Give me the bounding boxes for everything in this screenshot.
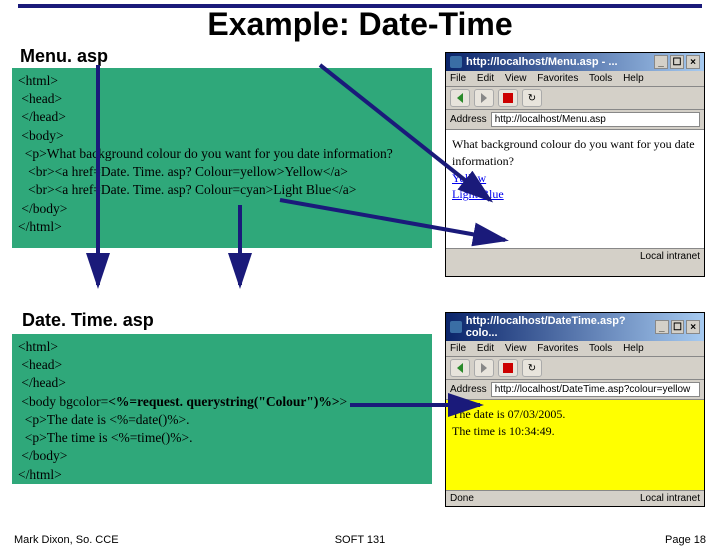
status-bar: Done Local intranet [446, 490, 704, 506]
address-label: Address [450, 114, 487, 125]
close-button[interactable]: × [686, 55, 700, 69]
toolbar: ↻ [446, 357, 704, 380]
address-label: Address [450, 384, 487, 395]
window-titlebar: http://localhost/DateTime.asp?colo... _ … [446, 313, 704, 341]
address-field[interactable]: http://localhost/Menu.asp [491, 112, 700, 127]
code-pre: <html> <head> </head> <body bgcolor= [18, 339, 108, 409]
window-titlebar: http://localhost/Menu.asp - ... _ ☐ × [446, 53, 704, 71]
stop-button[interactable] [498, 359, 518, 377]
address-bar: Address http://localhost/DateTime.asp?co… [446, 380, 704, 400]
back-button[interactable] [450, 359, 470, 377]
body-date: The date is 07/03/2005. [452, 406, 698, 423]
footer-center: SOFT 131 [0, 534, 720, 546]
code-block-datetime: <html> <head> </head> <body bgcolor=<%=r… [12, 334, 432, 484]
menu-bar[interactable]: File Edit View Favorites Tools Help [446, 71, 704, 87]
minimize-button[interactable]: _ [654, 55, 668, 69]
stop-button[interactable] [498, 89, 518, 107]
status-done: Done [450, 493, 474, 504]
forward-button[interactable] [474, 89, 494, 107]
status-zone: Local intranet [640, 251, 700, 262]
menu-edit[interactable]: Edit [477, 343, 494, 354]
menu-tools[interactable]: Tools [589, 343, 612, 354]
menu-view[interactable]: View [505, 343, 527, 354]
status-bar: Local intranet [446, 248, 704, 264]
toolbar: ↻ [446, 87, 704, 110]
menu-tools[interactable]: Tools [589, 73, 612, 84]
refresh-button[interactable]: ↻ [522, 89, 542, 107]
menu-bar[interactable]: File Edit View Favorites Tools Help [446, 341, 704, 357]
label-datetime-asp: Date. Time. asp [22, 310, 154, 331]
address-field[interactable]: http://localhost/DateTime.asp?colour=yel… [491, 382, 700, 397]
menu-favorites[interactable]: Favorites [537, 73, 578, 84]
back-button[interactable] [450, 89, 470, 107]
window-title: http://localhost/DateTime.asp?colo... [466, 315, 653, 339]
menu-favorites[interactable]: Favorites [537, 343, 578, 354]
menu-view[interactable]: View [505, 73, 527, 84]
maximize-button[interactable]: ☐ [670, 55, 684, 69]
browser-datetime-page: http://localhost/DateTime.asp?colo... _ … [445, 312, 705, 507]
browser-menu-page: http://localhost/Menu.asp - ... _ ☐ × Fi… [445, 52, 705, 277]
slide: Example: Date-Time Menu. asp <html> <hea… [0, 0, 720, 540]
status-zone: Local intranet [640, 493, 700, 504]
label-menu-asp: Menu. asp [20, 46, 108, 67]
page-body: What background colour do you want for y… [446, 130, 704, 248]
forward-button[interactable] [474, 359, 494, 377]
ie-icon [450, 56, 462, 68]
page-body: The date is 07/03/2005. The time is 10:3… [446, 400, 704, 490]
slide-title: Example: Date-Time [0, 6, 720, 43]
footer-right: Page 18 [665, 534, 706, 546]
code-bold: <%=request. querystring("Colour")%> [108, 394, 339, 409]
body-text: What background colour do you want for y… [452, 137, 695, 168]
link-yellow[interactable]: Yellow [452, 171, 486, 185]
address-bar: Address http://localhost/Menu.asp [446, 110, 704, 130]
menu-file[interactable]: File [450, 73, 466, 84]
menu-edit[interactable]: Edit [477, 73, 494, 84]
code-text: <html> <head> </head> <body> <p>What bac… [18, 73, 393, 234]
link-lightblue[interactable]: Light Blue [452, 187, 504, 201]
menu-file[interactable]: File [450, 343, 466, 354]
window-title: http://localhost/Menu.asp - ... [466, 56, 618, 68]
code-block-menu: <html> <head> </head> <body> <p>What bac… [12, 68, 432, 248]
ie-icon [450, 321, 462, 333]
menu-help[interactable]: Help [623, 73, 644, 84]
body-time: The time is 10:34:49. [452, 423, 698, 440]
maximize-button[interactable]: ☐ [671, 320, 685, 334]
minimize-button[interactable]: _ [655, 320, 669, 334]
menu-help[interactable]: Help [623, 343, 644, 354]
close-button[interactable]: × [686, 320, 700, 334]
refresh-button[interactable]: ↻ [522, 359, 542, 377]
